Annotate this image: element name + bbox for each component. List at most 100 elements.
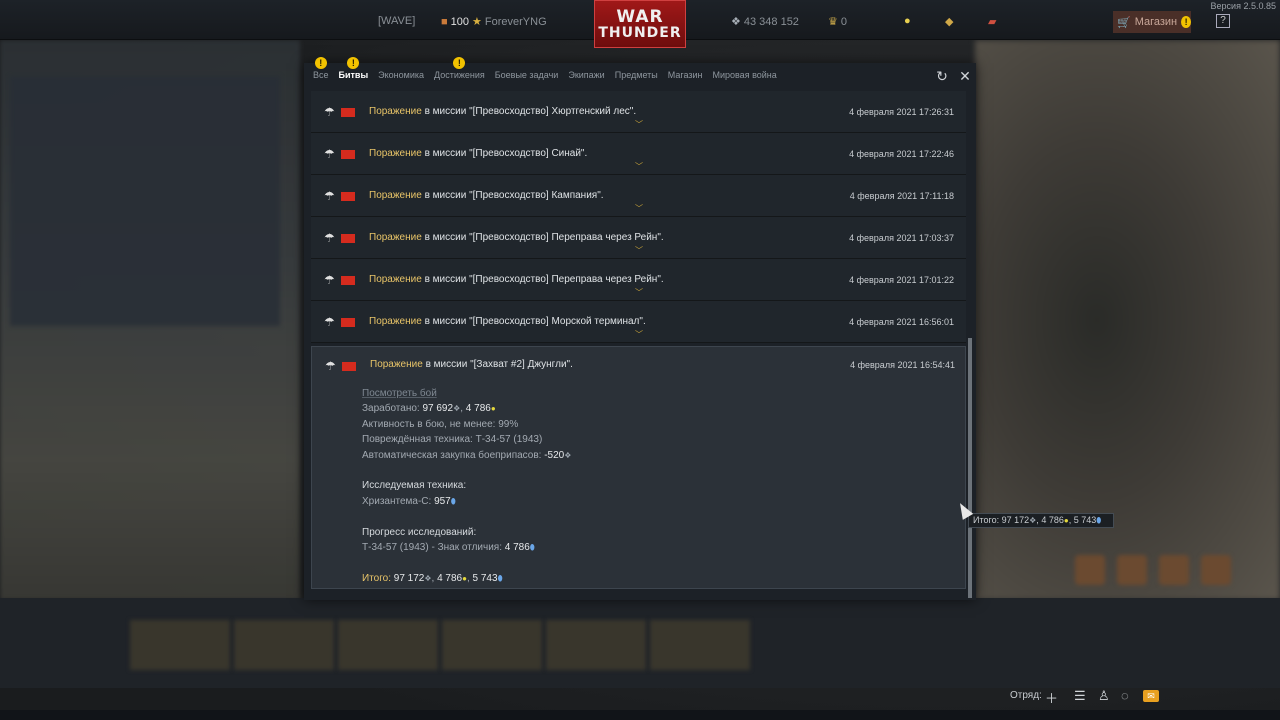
chest-icon[interactable]: ◆ xyxy=(945,15,953,28)
total-tooltip: Итого: 97 172❖, 4 786●, 5 743⬮ xyxy=(968,513,1114,528)
paratrooper-icon: ☂ xyxy=(324,273,335,287)
earned-line: Заработано: 97 692❖, 4 786● xyxy=(362,403,496,415)
cart-icon: 🛒 xyxy=(1117,16,1131,29)
tooltip-rp: 4 786 xyxy=(1041,515,1064,525)
tab-items[interactable]: Предметы xyxy=(610,63,663,87)
tab-all[interactable]: ! Все xyxy=(308,57,334,87)
battle-row[interactable]: ☂ Поражение в миссии "[Превосходство] Мо… xyxy=(311,301,966,343)
tab-label: Битвы xyxy=(338,70,369,80)
ussr-flag-icon xyxy=(341,234,355,243)
battle-row[interactable]: ☂ Поражение в миссии "[Превосходство] Пе… xyxy=(311,259,966,301)
research-value: 957 xyxy=(434,495,451,507)
tooltip-label: Итого: xyxy=(973,515,1002,525)
refresh-icon[interactable]: ↻ xyxy=(934,68,950,84)
tab-economy[interactable]: Экономика xyxy=(373,63,429,87)
player-level: 100 xyxy=(450,15,470,28)
total-sl: 97 172 xyxy=(393,572,425,584)
list-icon[interactable]: ☰ xyxy=(1074,688,1086,704)
vehicle-slot xyxy=(650,620,750,670)
battle-message: Поражение в миссии "[Захват #2] Джунгли"… xyxy=(370,359,573,370)
battle-message: Поражение в миссии "[Превосходство] Пере… xyxy=(369,274,664,285)
silver-lions-balance[interactable]: ❖ 43 348 152 xyxy=(731,15,799,29)
tab-battles[interactable]: ! Битвы xyxy=(334,57,374,87)
tab-label: Экипажи xyxy=(568,70,605,80)
paratrooper-icon: ☂ xyxy=(324,105,335,119)
battle-row[interactable]: ☂ Поражение в миссии "[Превосходство] Пе… xyxy=(311,217,966,259)
paratrooper-icon: ☂ xyxy=(324,189,335,203)
friends-icon[interactable]: ♙ xyxy=(1098,688,1110,704)
progress-title: Прогресс исследований: xyxy=(362,526,477,538)
shop-button[interactable]: 🛒 Магазин ! xyxy=(1113,11,1191,33)
tab-achievements[interactable]: ! Достижения xyxy=(429,57,490,87)
earned-label: Заработано: xyxy=(362,403,423,415)
coupon-icon[interactable]: ▰ xyxy=(988,15,996,28)
silver-lions-value: 43 348 152 xyxy=(743,15,799,28)
version-label: Версия 2.5.0.85 xyxy=(1210,1,1276,11)
help-button[interactable]: ? xyxy=(1216,14,1230,28)
tab-label: Достижения xyxy=(434,70,485,80)
silver-lions-icon: ❖ xyxy=(424,573,432,583)
battle-row[interactable]: ☂ Поражение в миссии "[Превосходство] Си… xyxy=(311,133,966,175)
vehicle-slots-blurred xyxy=(130,620,750,670)
earned-rp: 4 786 xyxy=(465,403,491,415)
tab-battle-tasks[interactable]: Боевые задачи xyxy=(490,63,564,87)
shop-label: Магазин xyxy=(1134,16,1178,28)
golden-eagles-balance[interactable]: ♛ 0 xyxy=(828,15,847,29)
chevron-down-icon[interactable]: ﹀ xyxy=(635,119,643,130)
battle-details: Посмотреть бой Заработано: 97 692❖, 4 78… xyxy=(362,386,571,586)
battle-date: 4 февраля 2021 17:01:22 xyxy=(849,275,954,285)
battle-message: Поражение в миссии "[Превосходство] Пере… xyxy=(369,232,664,243)
result-label: Поражение xyxy=(370,359,423,370)
ussr-flag-icon xyxy=(341,318,355,327)
silver-lions-icon: ❖ xyxy=(453,404,461,414)
lightbulb-icon[interactable]: ● xyxy=(904,15,911,27)
progress-value: 4 786 xyxy=(504,542,530,554)
game-logo[interactable]: WAR THUNDER xyxy=(594,0,686,48)
squadron-tag[interactable]: [WAVE] xyxy=(378,15,415,27)
research-icon: ⬮ xyxy=(1096,516,1102,525)
mail-icon[interactable]: ✉ xyxy=(1143,690,1159,702)
research-points-icon: ● xyxy=(462,573,467,583)
mission-text: в миссии "[Превосходство] Синай". xyxy=(421,148,588,159)
battle-row[interactable]: ☂ Поражение в миссии "[Превосходство] Ка… xyxy=(311,175,966,217)
view-battle-link[interactable]: Посмотреть бой xyxy=(362,388,437,399)
tooltip-sl: 97 172 xyxy=(1001,515,1030,525)
tab-world-war[interactable]: Мировая война xyxy=(707,63,781,87)
crew-icon xyxy=(1075,555,1105,585)
warning-icon: ! xyxy=(1181,16,1191,28)
battle-row-expanded[interactable]: ☂ Поражение в миссии "[Захват #2] Джунгл… xyxy=(311,346,966,589)
chevron-down-icon[interactable]: ﹀ xyxy=(635,287,643,298)
research-points-icon: ● xyxy=(490,404,496,414)
damaged-line: Повреждённая техника: Т-34-57 (1943) xyxy=(362,434,543,446)
player-name: ForeverYNG xyxy=(484,15,547,28)
tab-crews[interactable]: Экипажи xyxy=(563,63,609,87)
tab-label: Предметы xyxy=(614,70,658,80)
plus-icon[interactable]: ＋ xyxy=(1045,688,1058,707)
notifications-window: ! Все ! Битвы Экономика ! Достижения Бое… xyxy=(304,57,976,600)
silver-lions-icon: ❖ xyxy=(731,16,741,28)
silver-lions-icon: ❖ xyxy=(564,450,572,460)
vehicle-slot xyxy=(234,620,334,670)
scrollbar[interactable] xyxy=(968,338,972,598)
progress-line: Т-34-57 (1943) - Знак отличия: 4 786⬮ xyxy=(362,540,571,555)
close-icon[interactable]: ✕ xyxy=(957,68,973,84)
total-rp: 4 786 xyxy=(437,572,463,584)
chevron-down-icon[interactable]: ﹀ xyxy=(635,203,643,214)
chevron-down-icon[interactable]: ﹀ xyxy=(635,329,643,340)
battle-row[interactable]: ☂ Поражение в миссии "[Превосходство] Хю… xyxy=(311,91,966,133)
tab-shop[interactable]: Магазин xyxy=(663,63,708,87)
player-profile[interactable]: ■ 100 ★ ForeverYNG xyxy=(441,15,547,29)
chevron-down-icon[interactable]: ﹀ xyxy=(635,161,643,172)
mission-text: в миссии "[Превосходство] Кампания". xyxy=(421,190,604,201)
chevron-down-icon[interactable]: ﹀ xyxy=(635,245,643,256)
result-label: Поражение xyxy=(369,106,422,117)
chat-icon[interactable]: ◌ xyxy=(1121,688,1129,703)
tab-label: Экономика xyxy=(378,70,424,80)
ussr-flag-icon xyxy=(341,150,355,159)
ussr-flag-icon xyxy=(341,276,355,285)
warning-icon: ! xyxy=(347,57,360,69)
ammo-label: Автоматическая закупка боеприпасов: xyxy=(362,449,545,461)
tooltip-xp: 5 743 xyxy=(1073,515,1097,525)
battle-date: 4 февраля 2021 17:22:46 xyxy=(849,149,954,159)
research-icon: ⬮ xyxy=(450,496,456,506)
